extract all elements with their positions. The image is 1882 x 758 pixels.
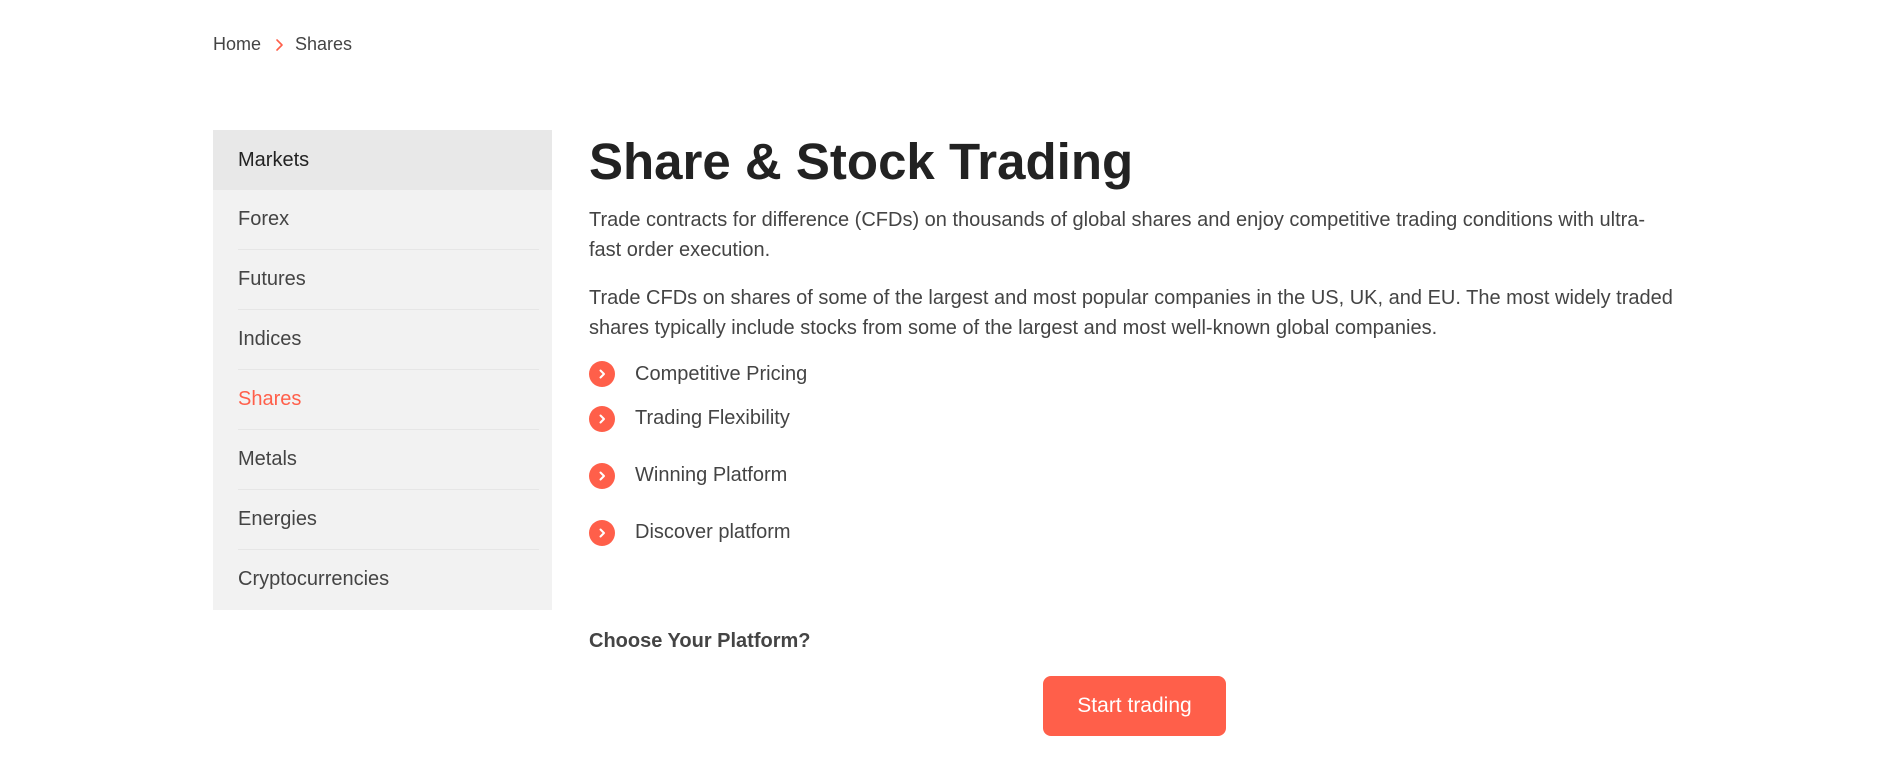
main-content: Share & Stock Trading Trade contracts fo… — [589, 130, 1689, 561]
feature-item: Discover platform — [589, 504, 1689, 561]
feature-label: Winning Platform — [635, 464, 788, 486]
feature-label: Competitive Pricing — [635, 362, 808, 385]
start-trading-button[interactable]: Start trading — [1043, 676, 1226, 736]
chevron-circle-icon — [589, 361, 615, 387]
chevron-circle-icon — [589, 519, 615, 546]
page-title: Share & Stock Trading — [589, 133, 1134, 190]
sidebar-list: Forex Futures Indices Shares Metals Ener… — [213, 190, 552, 609]
sidebar-item-indices[interactable]: Indices — [238, 310, 539, 370]
feature-label: Trading Flexibility — [635, 407, 790, 429]
description-paragraph: Trade CFDs on shares of some of the larg… — [589, 287, 1673, 339]
chevron-right-icon — [271, 37, 287, 53]
feature-list: Competitive Pricing Trading Flexibility … — [589, 358, 1689, 561]
sidebar-item-energies[interactable]: Energies — [238, 490, 539, 550]
intro-paragraph: Trade contracts for difference (CFDs) on… — [589, 209, 1646, 261]
sidebar-item-futures[interactable]: Futures — [238, 250, 539, 310]
feature-label: Discover platform — [635, 521, 791, 543]
feature-item: Winning Platform — [589, 447, 1689, 504]
choose-platform-heading: Choose Your Platform? — [589, 630, 811, 652]
breadcrumb-home-link[interactable]: Home — [213, 34, 261, 55]
feature-item: Trading Flexibility — [589, 390, 1689, 447]
breadcrumb: Home Shares — [213, 34, 352, 55]
sidebar-item-cryptocurrencies[interactable]: Cryptocurrencies — [238, 550, 539, 609]
sidebar-heading: Markets — [213, 130, 552, 190]
sidebar-item-forex[interactable]: Forex — [238, 190, 539, 250]
breadcrumb-current: Shares — [295, 34, 353, 54]
chevron-circle-icon — [589, 405, 615, 432]
feature-item: Competitive Pricing — [589, 358, 1689, 390]
sidebar-item-shares[interactable]: Shares — [238, 370, 539, 430]
sidebar-item-metals[interactable]: Metals — [238, 430, 539, 490]
markets-sidebar: Markets Forex Futures Indices Shares Met… — [213, 130, 552, 610]
chevron-circle-icon — [589, 462, 615, 489]
